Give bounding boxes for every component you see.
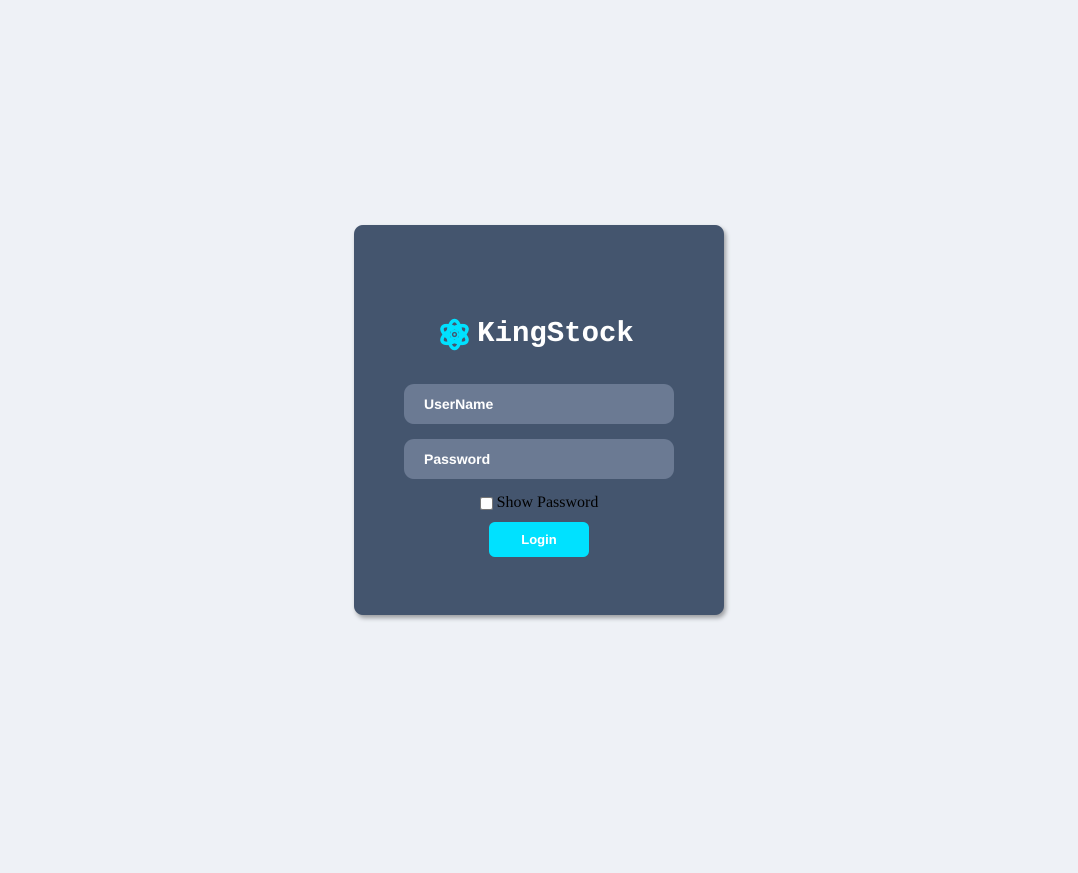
login-card: KingStock Show Password Login [354,225,724,615]
username-input[interactable] [404,384,674,424]
atom-icon [438,318,471,351]
brand: KingStock [354,315,724,353]
show-password-label: Show Password [496,494,599,511]
show-password-row[interactable]: Show Password [354,493,724,513]
login-button[interactable]: Login [489,522,589,557]
password-input[interactable] [404,439,674,479]
brand-name: KingStock [477,317,634,350]
show-password-checkbox[interactable] [479,496,493,510]
